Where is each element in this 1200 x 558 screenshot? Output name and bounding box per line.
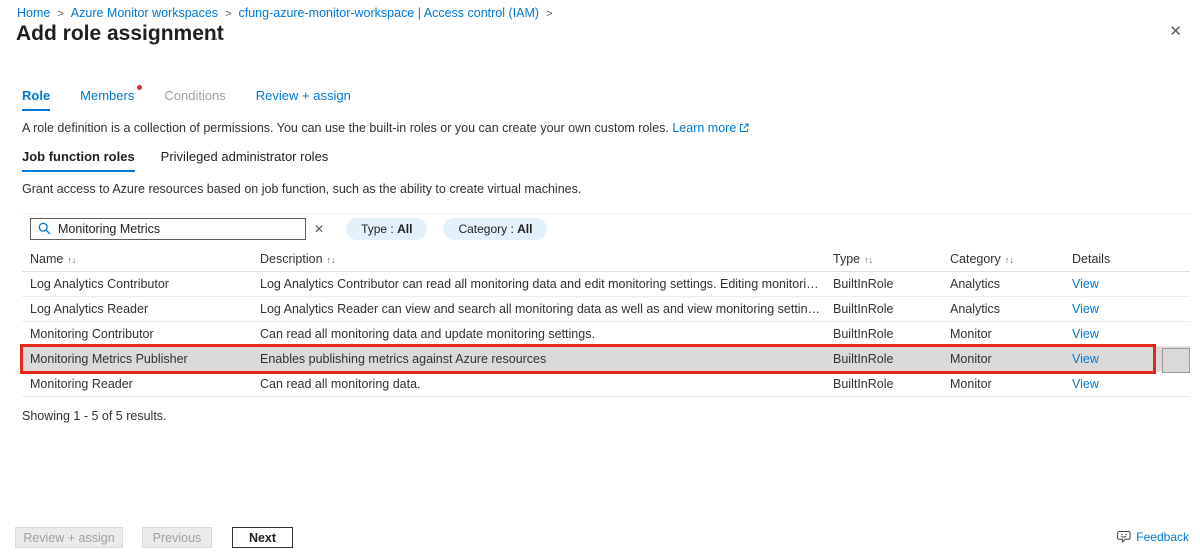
search-wrap	[30, 218, 306, 240]
category-filter-pill[interactable]: Category : All	[443, 218, 547, 240]
close-icon[interactable]: ✕	[1169, 24, 1182, 39]
tab-review-assign[interactable]: Review + assign	[256, 88, 351, 111]
column-details-label: Details	[1072, 252, 1110, 266]
role-description: Enables publishing metrics against Azure…	[260, 347, 833, 371]
role-category: Monitor	[950, 347, 1072, 371]
breadcrumb-azure-monitor-workspaces[interactable]: Azure Monitor workspaces	[71, 6, 218, 20]
sort-icon: ↑↓	[864, 255, 873, 265]
role-definition-text: A role definition is a collection of per…	[22, 121, 669, 135]
role-category: Analytics	[950, 297, 1072, 321]
type-filter-value: All	[397, 222, 412, 236]
type-filter-label: Type :	[361, 222, 397, 236]
more-options-icon[interactable]: ...	[210, 28, 224, 43]
add-role-assignment-page: Home > Azure Monitor workspaces > cfung-azur…	[0, 0, 1200, 558]
breadcrumb-workspace-iam[interactable]: cfung-azure-monitor-workspace | Access c…	[239, 6, 540, 20]
sort-icon: ↑↓	[1005, 255, 1014, 265]
table-header-row: Name ↑↓ Description ↑↓ Type ↑↓ Category ↑↓ D…	[22, 246, 1190, 272]
role-name: Monitoring Metrics Publisher	[22, 347, 260, 371]
breadcrumb-home[interactable]: Home	[17, 6, 50, 20]
grant-access-text: Grant access to Azure resources based on…	[22, 182, 581, 196]
tab-members-label: Members	[80, 88, 134, 103]
chevron-right-icon: >	[225, 8, 231, 20]
role-name: Monitoring Contributor	[22, 322, 260, 346]
role-definition-description: A role definition is a collection of per…	[22, 121, 749, 136]
breadcrumb: Home > Azure Monitor workspaces > cfung-azur…	[17, 6, 560, 20]
column-category-label: Category	[950, 252, 1001, 266]
table-row-log-analytics-reader[interactable]: Log Analytics Reader Log Analytics Reade…	[22, 297, 1190, 322]
role-category: Monitor	[950, 372, 1072, 396]
column-type-label: Type	[833, 252, 860, 266]
role-type: BuiltInRole	[833, 347, 950, 371]
type-filter-pill[interactable]: Type : All	[346, 218, 427, 240]
tab-role-label: Role	[22, 88, 50, 103]
column-header-type[interactable]: Type ↑↓	[833, 246, 950, 271]
search-icon	[38, 222, 51, 238]
role-type: BuiltInRole	[833, 272, 950, 296]
results-count: Showing 1 - 5 of 5 results.	[22, 409, 167, 423]
tab-conditions-label: Conditions	[164, 88, 225, 103]
role-type: BuiltInRole	[833, 297, 950, 321]
column-header-category[interactable]: Category ↑↓	[950, 246, 1072, 271]
tab-role[interactable]: Role	[22, 88, 50, 111]
tab-conditions: Conditions	[164, 88, 225, 111]
column-header-details: Details	[1072, 246, 1190, 271]
role-name: Log Analytics Reader	[22, 297, 260, 321]
role-description: Log Analytics Contributor can read all m…	[260, 272, 833, 296]
category-filter-value: All	[517, 222, 532, 236]
learn-more-label: Learn more	[672, 121, 736, 135]
feedback-link[interactable]: Feedback	[1117, 530, 1189, 544]
role-description: Can read all monitoring data and update …	[260, 322, 833, 346]
table-row-monitoring-metrics-publisher[interactable]: Monitoring Metrics Publisher Enables pub…	[22, 347, 1190, 372]
role-category: Analytics	[950, 272, 1072, 296]
tab-members[interactable]: Members	[80, 88, 134, 111]
page-title: Add role assignment	[16, 22, 224, 46]
clear-search-icon[interactable]: ✕	[314, 222, 324, 236]
table-row-monitoring-contributor[interactable]: Monitoring Contributor Can read all moni…	[22, 322, 1190, 347]
role-name: Log Analytics Contributor	[22, 272, 260, 296]
role-description: Can read all monitoring data.	[260, 372, 833, 396]
role-type: BuiltInRole	[833, 322, 950, 346]
tab-job-function-roles[interactable]: Job function roles	[22, 149, 135, 172]
view-details-link[interactable]: View	[1072, 377, 1099, 391]
search-filter-row: ✕ Type : All Category : All	[30, 218, 547, 240]
main-tabs: Role Members Conditions Review + assign	[22, 88, 351, 111]
view-details-link[interactable]: View	[1072, 352, 1099, 366]
next-button[interactable]: Next	[232, 527, 293, 548]
feedback-label: Feedback	[1136, 530, 1189, 544]
view-details-link[interactable]: View	[1072, 327, 1099, 341]
list-top-divider	[22, 213, 1190, 214]
vertical-scrollbar-thumb[interactable]	[1162, 348, 1190, 373]
tab-review-assign-label: Review + assign	[256, 88, 351, 103]
table-row-monitoring-reader[interactable]: Monitoring Reader Can read all monitorin…	[22, 372, 1190, 397]
previous-button[interactable]: Previous	[142, 527, 212, 548]
sort-icon: ↑↓	[327, 255, 336, 265]
category-filter-label: Category :	[458, 222, 517, 236]
chevron-right-icon: >	[546, 8, 552, 20]
search-input[interactable]	[30, 218, 306, 240]
roles-table: Name ↑↓ Description ↑↓ Type ↑↓ Category ↑↓ D…	[22, 246, 1190, 397]
column-description-label: Description	[260, 252, 323, 266]
role-type-tabs: Job function roles Privileged administra…	[22, 149, 328, 172]
role-category: Monitor	[950, 322, 1072, 346]
view-details-link[interactable]: View	[1072, 302, 1099, 316]
role-name: Monitoring Reader	[22, 372, 260, 396]
tab-privileged-administrator-roles[interactable]: Privileged administrator roles	[161, 149, 329, 172]
role-description: Log Analytics Reader can view and search…	[260, 297, 833, 321]
chevron-right-icon: >	[57, 8, 63, 20]
learn-more-link[interactable]: Learn more	[672, 121, 749, 135]
members-badge-dot	[137, 85, 142, 90]
role-type: BuiltInRole	[833, 372, 950, 396]
feedback-smiley-icon	[1117, 530, 1132, 544]
table-row-log-analytics-contributor[interactable]: Log Analytics Contributor Log Analytics …	[22, 272, 1190, 297]
column-name-label: Name	[30, 252, 63, 266]
review-assign-button[interactable]: Review + assign	[15, 527, 123, 548]
sort-icon: ↑↓	[67, 255, 76, 265]
column-header-name[interactable]: Name ↑↓	[22, 246, 260, 271]
column-header-description[interactable]: Description ↑↓	[260, 246, 833, 271]
view-details-link[interactable]: View	[1072, 277, 1099, 291]
external-link-icon	[739, 122, 749, 136]
